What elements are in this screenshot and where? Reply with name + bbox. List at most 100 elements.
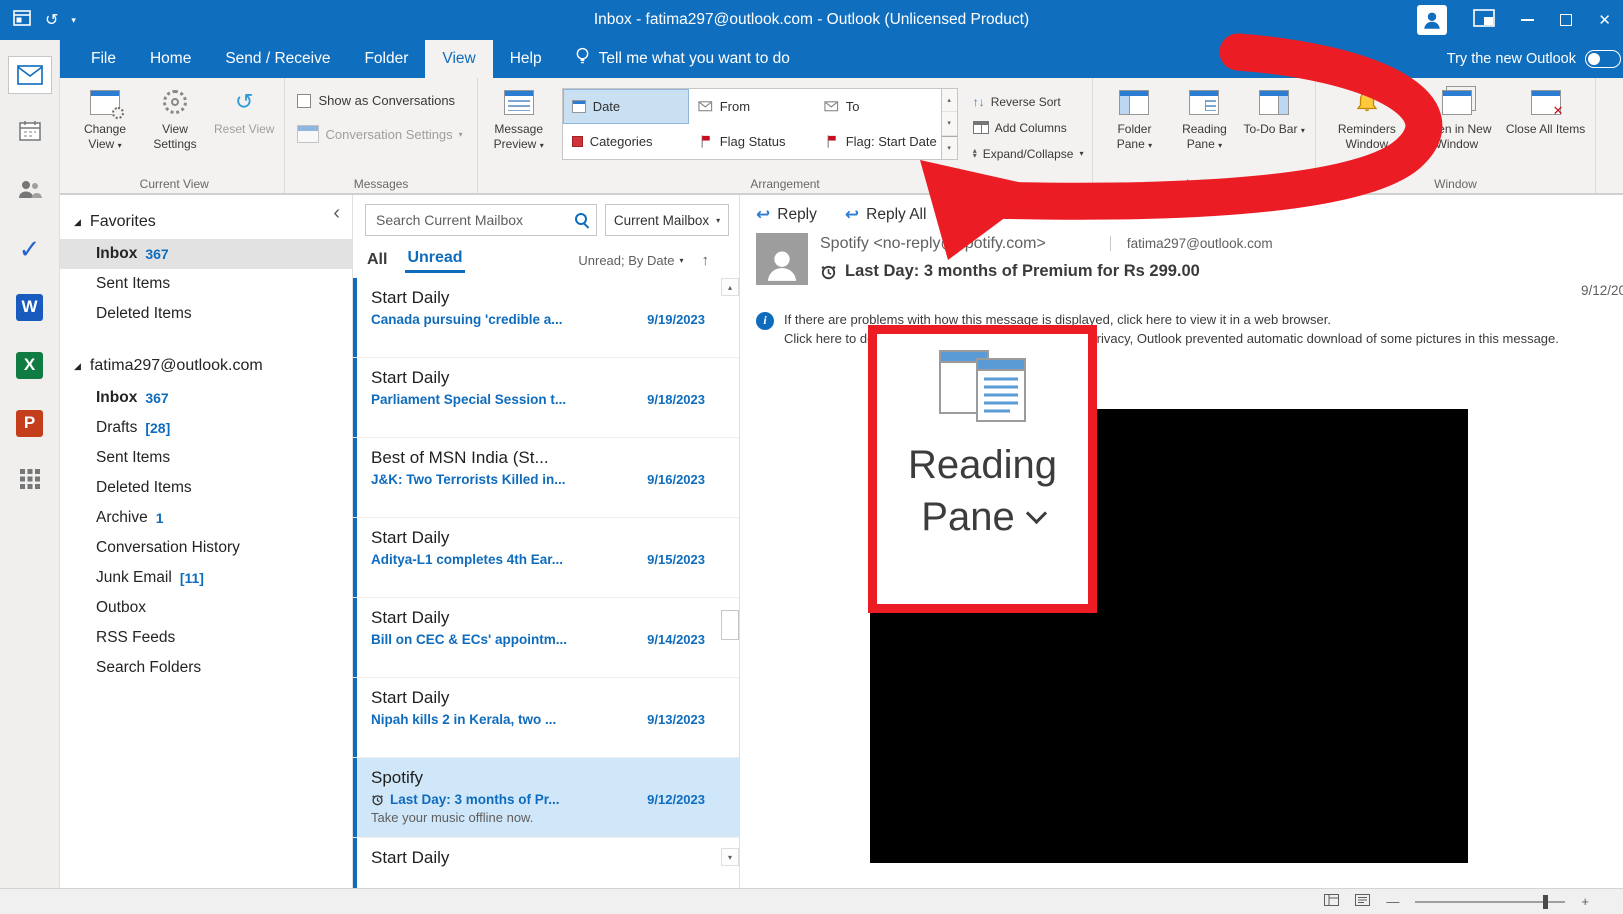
message-row[interactable]: Start Daily Canada pursuing 'credible a.… <box>353 278 739 358</box>
folder-sent-items-favorite[interactable]: Sent Items <box>60 269 352 299</box>
message-list-scrollbar[interactable]: ▴ ▾ <box>721 278 739 888</box>
tab-home[interactable]: Home <box>133 40 208 78</box>
scrollbar-thumb[interactable] <box>721 610 739 640</box>
conversation-settings-button[interactable]: Conversation Settings ▾ <box>297 125 462 143</box>
folder-rss-feeds[interactable]: RSS Feeds <box>60 623 352 653</box>
filter-unread[interactable]: Unread <box>405 247 464 273</box>
open-in-new-window-button[interactable]: Open in New Window <box>1412 81 1502 154</box>
close-all-items-button[interactable]: ✕ Close All Items <box>1502 81 1589 139</box>
add-columns-button[interactable]: Add Columns <box>970 116 1087 139</box>
folder-drafts[interactable]: Drafts [28] <box>60 413 352 443</box>
nav-word-button[interactable]: W <box>0 278 59 336</box>
close-button[interactable]: ✕ <box>1598 11 1611 29</box>
gallery-scroll-up-button[interactable]: ▴ <box>942 89 957 112</box>
maximize-button[interactable] <box>1560 14 1572 26</box>
zoom-slider[interactable] <box>1415 901 1565 903</box>
tab-help[interactable]: Help <box>493 40 559 78</box>
message-row[interactable]: Start Daily Aditya-L1 completes 4th Ear.… <box>353 518 739 598</box>
zoom-slider-thumb[interactable] <box>1543 895 1548 909</box>
tell-me-search[interactable]: Tell me what you want to do <box>575 40 790 78</box>
nav-powerpoint-button[interactable]: P <box>0 394 59 452</box>
arrange-by-categories[interactable]: Categories <box>563 124 689 159</box>
change-view-button[interactable]: Change View ▾ <box>70 81 140 154</box>
reset-view-button[interactable]: ↺ Reset View <box>210 81 278 139</box>
annotation-label-line2: Pane <box>921 491 1014 543</box>
zoom-in-button[interactable]: + <box>1581 894 1589 909</box>
message-row-selected[interactable]: Spotify Last Day: 3 months of Pr... 9/12… <box>353 758 739 838</box>
message-preview-button[interactable]: Message Preview ▾ <box>484 81 554 154</box>
try-new-outlook[interactable]: Try the new Outlook <box>1447 40 1623 78</box>
tab-folder[interactable]: Folder <box>347 40 425 78</box>
arrange-by-to[interactable]: To <box>815 89 941 124</box>
nav-excel-button[interactable]: X <box>0 336 59 394</box>
gallery-scroll-down-button[interactable]: ▾ <box>942 112 957 135</box>
folder-junk-email[interactable]: Junk Email [11] <box>60 563 352 593</box>
reading-pane-button[interactable]: Reading Pane ▾ <box>1169 81 1239 154</box>
arrange-by-flag-status[interactable]: Flag Status <box>689 124 815 159</box>
folder-pane-button[interactable]: Folder Pane ▾ <box>1099 81 1169 154</box>
arrange-by-flag-start-date[interactable]: Flag: Start Date <box>815 124 941 159</box>
undo-icon[interactable]: ↺ <box>45 10 58 30</box>
view-settings-button[interactable]: View Settings <box>140 81 210 154</box>
sender-avatar[interactable] <box>756 233 808 285</box>
gallery-more-button[interactable]: ▾ <box>942 136 957 159</box>
account-header[interactable]: ◢ fatima297@outlook.com <box>60 351 352 383</box>
reading-view-icon[interactable] <box>1355 893 1370 911</box>
arrange-by-from[interactable]: From <box>689 89 815 124</box>
nav-people-button[interactable] <box>0 162 59 220</box>
show-as-conversations-checkbox[interactable]: Show as Conversations <box>297 93 462 108</box>
picture-in-picture-icon[interactable] <box>1473 9 1495 32</box>
collapse-folder-pane-button[interactable]: ‹ <box>333 203 340 223</box>
folder-inbox[interactable]: Inbox 367 <box>60 383 352 413</box>
calendar-icon <box>18 119 42 148</box>
conversation-settings-label: Conversation Settings <box>325 127 452 142</box>
forward-button[interactable]: ↪ Forward <box>954 205 1032 225</box>
minimize-button[interactable] <box>1521 19 1534 21</box>
scroll-up-arrow[interactable]: ▴ <box>721 278 739 296</box>
folder-deleted-items-favorite[interactable]: Deleted Items <box>60 299 352 329</box>
arrange-by-date[interactable]: Date <box>563 89 689 124</box>
folder-inbox-favorite[interactable]: Inbox 367 <box>60 239 352 269</box>
todo-bar-button[interactable]: To-Do Bar ▾ <box>1239 81 1308 139</box>
message-row[interactable]: Best of MSN India (St... J&K: Two Terror… <box>353 438 739 518</box>
tab-send-receive[interactable]: Send / Receive <box>208 40 347 78</box>
search-input[interactable] <box>365 204 597 236</box>
scroll-down-arrow[interactable]: ▾ <box>721 848 739 866</box>
favorites-header[interactable]: ◢ Favorites <box>60 207 352 239</box>
new-outlook-toggle[interactable] <box>1585 50 1621 68</box>
nav-todo-button[interactable]: ✓ <box>0 220 59 278</box>
folder-sent-items[interactable]: Sent Items <box>60 443 352 473</box>
search-box[interactable] <box>365 204 597 236</box>
sort-direction-button[interactable]: ↑ <box>702 252 710 269</box>
reply-all-button[interactable]: ↩ Reply All <box>845 205 927 225</box>
mailbox-scope-dropdown[interactable]: Current Mailbox ▾ <box>605 204 729 236</box>
account-avatar[interactable] <box>1417 5 1447 35</box>
zoom-out-button[interactable]: — <box>1386 894 1399 909</box>
nav-mail-button[interactable] <box>0 46 59 104</box>
folder-deleted-items[interactable]: Deleted Items <box>60 473 352 503</box>
message-row[interactable]: Start Daily Bill on CEC & ECs' appointm.… <box>353 598 739 678</box>
reply-button[interactable]: ↩ Reply <box>756 205 817 225</box>
folder-outbox[interactable]: Outbox <box>60 593 352 623</box>
message-row[interactable]: Start Daily <box>353 838 739 888</box>
reverse-sort-button[interactable]: ↑↓ Reverse Sort <box>970 90 1087 113</box>
message-row[interactable]: Start Daily Parliament Special Session t… <box>353 358 739 438</box>
search-icon[interactable] <box>574 212 589 227</box>
tab-view[interactable]: View <box>425 40 492 78</box>
folder-archive[interactable]: Archive 1 <box>60 503 352 533</box>
filter-all[interactable]: All <box>367 251 387 269</box>
sender-address[interactable]: Spotify <no-reply@spotify.com> <box>820 235 1046 253</box>
tab-file[interactable]: File <box>74 40 133 78</box>
message-row[interactable]: Start Daily Nipah kills 2 in Kerala, two… <box>353 678 739 758</box>
checkbox-icon[interactable] <box>297 94 311 108</box>
nav-more-apps-button[interactable] <box>0 452 59 510</box>
annotation-reading-pane-callout: Reading Pane <box>868 325 1097 613</box>
nav-calendar-button[interactable] <box>0 104 59 162</box>
folder-conversation-history[interactable]: Conversation History <box>60 533 352 563</box>
sort-dropdown[interactable]: Unread; By Date ▾ <box>578 253 683 268</box>
normal-view-icon[interactable] <box>1324 893 1339 911</box>
reminders-window-button[interactable]: Reminders Window <box>1322 81 1412 154</box>
expand-collapse-button[interactable]: ▴▾ Expand/Collapse ▾ <box>970 142 1087 165</box>
folder-search-folders[interactable]: Search Folders <box>60 653 352 683</box>
customize-quick-access-icon[interactable]: ▾ <box>71 15 76 26</box>
